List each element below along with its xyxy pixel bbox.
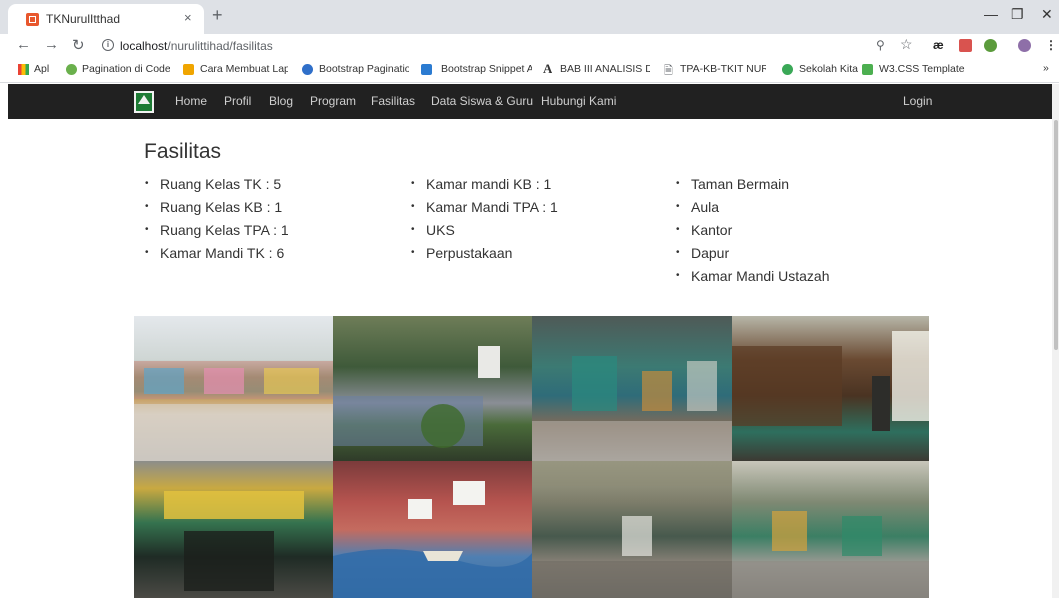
bookmark-tpa-kb-tkit[interactable]: TPA-KB-TKIT NURUL: [680, 63, 766, 75]
extension-pdf-icon[interactable]: [959, 39, 972, 52]
facility-photo[interactable]: [134, 316, 333, 461]
bookmark-leaf-icon: [66, 64, 77, 75]
window-close-icon[interactable]: ✕: [1041, 6, 1053, 23]
bookmark-site-icon: [183, 64, 194, 75]
list-item: Perpustakaan: [410, 245, 558, 268]
nav-program[interactable]: Program: [310, 94, 356, 108]
list-item: Kantor: [675, 222, 830, 245]
facility-photo-gallery: [134, 316, 929, 598]
bookmark-bootstrap-pagination[interactable]: Bootstrap Pagination: [319, 63, 409, 75]
tab-title: TKNurulItthad: [46, 12, 121, 26]
nav-hubungi-kami[interactable]: Hubungi Kami: [541, 94, 616, 108]
bookmark-font-icon: A: [543, 61, 553, 76]
photo-detail: [134, 361, 333, 461]
list-item: Kamar mandi KB : 1: [410, 176, 558, 199]
bookmark-globe-icon: [302, 64, 313, 75]
facility-list-column-1: Ruang Kelas TK : 5 Ruang Kelas KB : 1 Ru…: [144, 176, 289, 268]
nav-login[interactable]: Login: [903, 94, 932, 108]
page-title: Fasilitas: [144, 140, 222, 163]
menu-kebab-icon[interactable]: ⋮: [1045, 38, 1057, 52]
browser-tab[interactable]: TKNurulItthad ×: [8, 4, 204, 34]
facility-photo[interactable]: [732, 316, 929, 461]
scrollbar-thumb[interactable]: [1054, 120, 1058, 350]
bookmark-bootstrap-snippet[interactable]: Bootstrap Snippet Ac: [441, 63, 532, 75]
photo-detail: [532, 356, 732, 461]
site-info-icon[interactable]: i: [102, 39, 114, 51]
back-icon[interactable]: ←: [16, 36, 31, 53]
photo-detail: [732, 331, 929, 431]
extension-globe-icon[interactable]: [984, 39, 997, 52]
photo-detail: [532, 461, 732, 598]
bookmark-pagination-codeigniter[interactable]: Pagination di Codelg: [82, 63, 170, 75]
list-item: Kamar Mandi Ustazah: [675, 268, 830, 291]
new-tab-icon[interactable]: +: [212, 5, 223, 26]
list-item: Ruang Kelas TK : 5: [144, 176, 289, 199]
bookmark-school-icon: [782, 64, 793, 75]
photo-detail: [333, 346, 500, 448]
bookmark-apps[interactable]: Apl: [34, 63, 49, 75]
nav-blog[interactable]: Blog: [269, 94, 293, 108]
url-host: localhost: [120, 39, 168, 53]
nav-home[interactable]: Home: [175, 94, 207, 108]
bookmark-star-icon[interactable]: ☆: [900, 36, 913, 53]
minimize-icon[interactable]: —: [984, 6, 998, 22]
facility-photo[interactable]: [732, 461, 929, 598]
bookmark-sekolah-kita[interactable]: Sekolah Kita: [799, 63, 858, 75]
facility-photo[interactable]: [333, 316, 532, 461]
photo-detail: [164, 491, 304, 591]
zoom-icon[interactable]: ⚲: [876, 38, 885, 52]
bookmark-w3css-template[interactable]: W3.CSS Template: [879, 63, 965, 75]
facility-photo[interactable]: [333, 461, 532, 598]
facility-list-column-3: Taman Bermain Aula Kantor Dapur Kamar Ma…: [675, 176, 830, 291]
address-bar[interactable]: localhost/nurulittihad/fasilitas: [120, 39, 273, 53]
site-favicon-icon: [26, 13, 39, 26]
list-item: Taman Bermain: [675, 176, 830, 199]
profile-avatar-icon[interactable]: [1018, 39, 1031, 52]
list-item: Kamar Mandi TPA : 1: [410, 199, 558, 222]
bookmark-page-icon: 🗎: [664, 65, 673, 77]
browser-toolbar: ← → ↻ i localhost/nurulittihad/fasilitas…: [0, 34, 1059, 58]
list-item: Aula: [675, 199, 830, 222]
list-item: Dapur: [675, 245, 830, 268]
apps-grid-icon: [18, 64, 29, 75]
bookmark-cara-membuat-laporan[interactable]: Cara Membuat Lapor: [200, 63, 288, 75]
site-navbar: Home Profil Blog Program Fasilitas Data …: [8, 84, 1058, 119]
list-item: Ruang Kelas TPA : 1: [144, 222, 289, 245]
school-logo-icon[interactable]: [134, 91, 154, 113]
facility-list-column-2: Kamar mandi KB : 1 Kamar Mandi TPA : 1 U…: [410, 176, 558, 268]
photo-detail: [732, 511, 929, 598]
url-path: /nurulittihad/fasilitas: [167, 39, 273, 53]
nav-data-siswa-guru[interactable]: Data Siswa & Guru: [431, 94, 533, 108]
facility-photo[interactable]: [532, 461, 732, 598]
reload-icon[interactable]: ↻: [72, 36, 85, 54]
bookmark-bab-iii[interactable]: BAB III ANALISIS DAN: [560, 63, 650, 75]
nav-profil[interactable]: Profil: [224, 94, 251, 108]
facility-photo[interactable]: [532, 316, 732, 461]
bookmarks-overflow-icon[interactable]: »: [1043, 62, 1049, 74]
close-tab-icon[interactable]: ×: [184, 10, 192, 25]
bookmarks-bar: Apl Pagination di Codelg Cara Membuat La…: [0, 58, 1059, 83]
browser-tab-strip: TKNurulItthad × + — ❐ ✕: [0, 0, 1059, 34]
extension-ae-icon[interactable]: æ: [933, 38, 944, 52]
list-item: Ruang Kelas KB : 1: [144, 199, 289, 222]
bookmark-w3-icon: [862, 64, 873, 75]
nav-fasilitas[interactable]: Fasilitas: [371, 94, 415, 108]
list-item: UKS: [410, 222, 558, 245]
list-item: Kamar Mandi TK : 6: [144, 245, 289, 268]
bookmark-snippet-icon: [421, 64, 432, 75]
restore-icon[interactable]: ❐: [1011, 6, 1024, 23]
photo-detail: [333, 481, 532, 598]
forward-icon[interactable]: →: [44, 36, 59, 53]
facility-photo[interactable]: [134, 461, 333, 598]
